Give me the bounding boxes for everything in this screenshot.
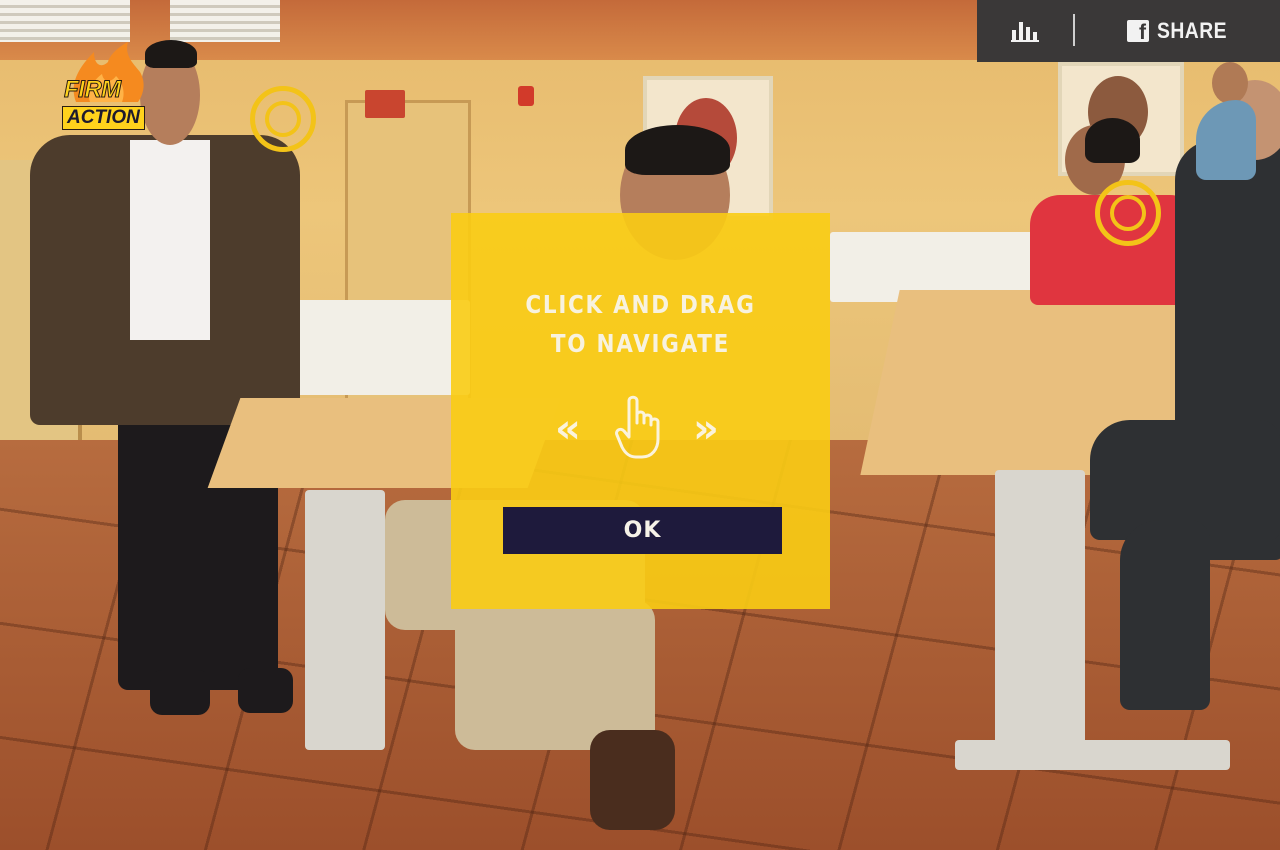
ceiling-vent xyxy=(170,0,280,42)
exit-sign xyxy=(365,90,405,118)
top-toolbar: f SHARE xyxy=(977,0,1280,62)
share-label: SHARE xyxy=(1157,18,1227,43)
double-chevron-right-icon: » xyxy=(693,406,719,452)
dialog-title-line2: TO NAVIGATE xyxy=(550,329,731,358)
stats-button[interactable] xyxy=(977,0,1073,62)
toolbar-divider xyxy=(1073,14,1075,46)
firm-action-logo[interactable]: FIRM ACTION xyxy=(58,42,158,132)
drag-hint-graphic: « » xyxy=(555,395,727,459)
navigation-hint-dialog: CLICK AND DRAG TO NAVIGATE « » OK xyxy=(451,213,830,609)
ceiling-vent xyxy=(0,0,130,42)
pointer-hand-icon xyxy=(615,395,660,459)
dialog-title-line1: CLICK AND DRAG xyxy=(525,290,756,319)
facebook-icon: f xyxy=(1127,20,1149,44)
ok-button[interactable]: OK xyxy=(503,507,782,554)
hotspot-participant[interactable] xyxy=(1095,180,1161,246)
hotspot-presenter[interactable] xyxy=(250,86,316,152)
fire-alarm xyxy=(518,86,534,106)
bar-chart-icon xyxy=(1011,22,1039,42)
table-leg xyxy=(995,470,1085,770)
table-base xyxy=(955,740,1230,770)
facebook-share-button[interactable]: f SHARE xyxy=(1127,0,1237,62)
logo-text-action: ACTION xyxy=(62,106,145,130)
back-table xyxy=(270,300,470,395)
logo-text-firm: FIRM xyxy=(64,76,122,103)
table-leg xyxy=(305,490,385,750)
double-chevron-left-icon: « xyxy=(555,406,581,452)
dialog-title: CLICK AND DRAG TO NAVIGATE xyxy=(478,285,804,363)
facebook-glyph: f xyxy=(1139,21,1146,44)
